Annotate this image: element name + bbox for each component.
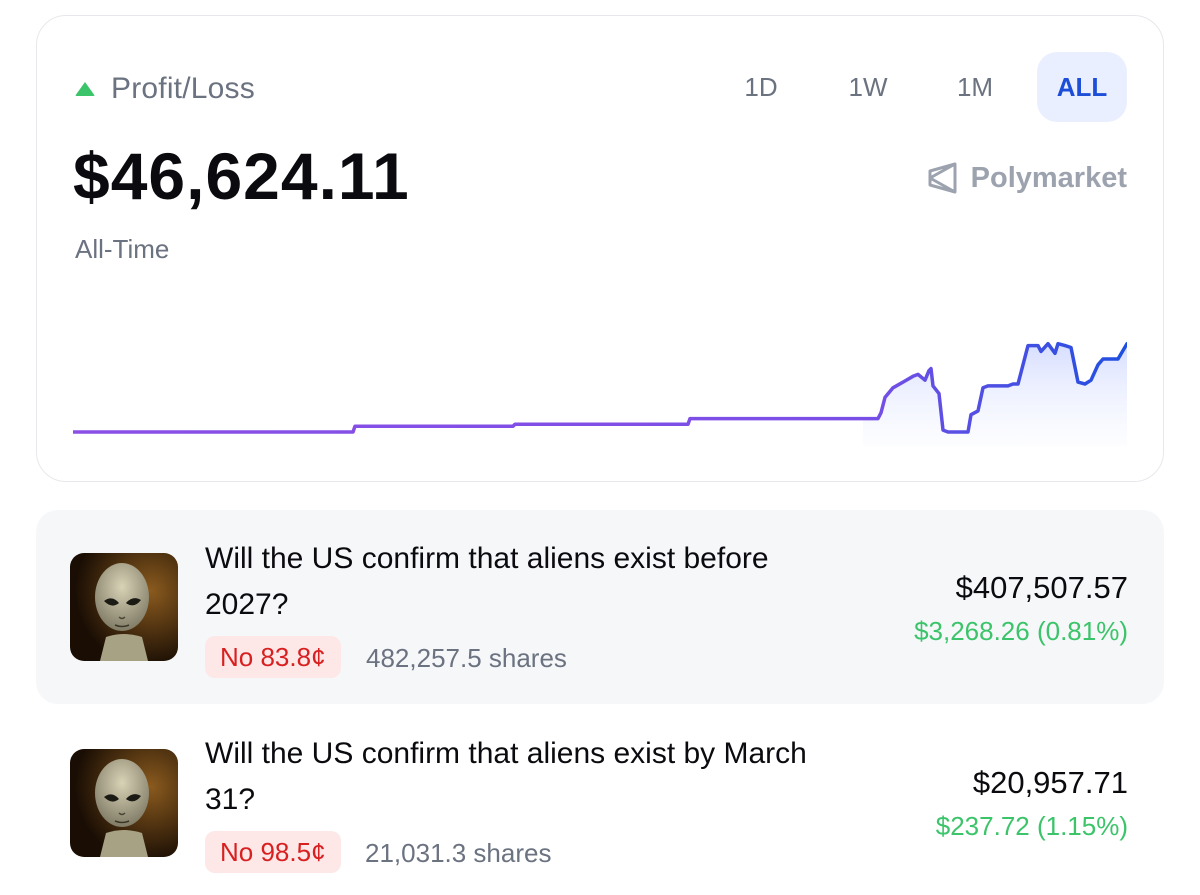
shares-count: 21,031.3 shares — [365, 838, 552, 868]
pnl-value: $46,624.11 — [73, 139, 410, 213]
shares-count: 482,257.5 shares — [366, 643, 567, 673]
market-title[interactable]: Will the US confirm that aliens exist be… — [205, 536, 905, 628]
position-value: $407,507.57 — [955, 570, 1128, 605]
pnl-header: Profit/Loss — [75, 72, 255, 106]
position-row[interactable]: Will the US confirm that aliens exist be… — [36, 510, 1164, 704]
brand-name: Polymarket — [970, 161, 1127, 194]
position-change: $3,268.26 (0.81%) — [914, 616, 1128, 646]
position-row[interactable]: Will the US confirm that aliens exist by… — [36, 705, 1164, 895]
alien-image — [70, 553, 178, 661]
market-title-line2: 31? — [205, 783, 256, 816]
chart-line — [73, 341, 1127, 434]
market-title-line1: Will the US confirm that aliens exist be… — [205, 542, 769, 575]
profit-loss-card: Profit/Loss 1D 1W 1M ALL $46,624.11 All-… — [36, 15, 1164, 482]
tab-1d[interactable]: 1D — [716, 52, 806, 122]
pnl-title: Profit/Loss — [111, 72, 255, 105]
pnl-chart — [73, 341, 1127, 446]
alien-image — [70, 749, 178, 857]
market-title[interactable]: Will the US confirm that aliens exist by… — [205, 731, 905, 823]
position-change: $237.72 (1.15%) — [935, 811, 1128, 841]
market-title-line1: Will the US confirm that aliens exist by… — [205, 737, 807, 770]
polymarket-logo-icon — [928, 162, 957, 194]
tab-1m[interactable]: 1M — [930, 52, 1020, 122]
market-title-line2: 2027? — [205, 588, 289, 621]
tab-all[interactable]: ALL — [1037, 52, 1127, 122]
outcome-badge: No 98.5¢ — [205, 831, 341, 873]
range-tabs: 1D 1W 1M ALL — [699, 52, 1127, 122]
brand[interactable]: Polymarket — [927, 161, 1127, 195]
outcome-badge: No 83.8¢ — [205, 636, 341, 678]
triangle-up-icon — [75, 82, 95, 96]
pnl-period: All-Time — [75, 234, 170, 264]
position-value: $20,957.71 — [972, 765, 1128, 800]
tab-1w[interactable]: 1W — [823, 52, 913, 122]
